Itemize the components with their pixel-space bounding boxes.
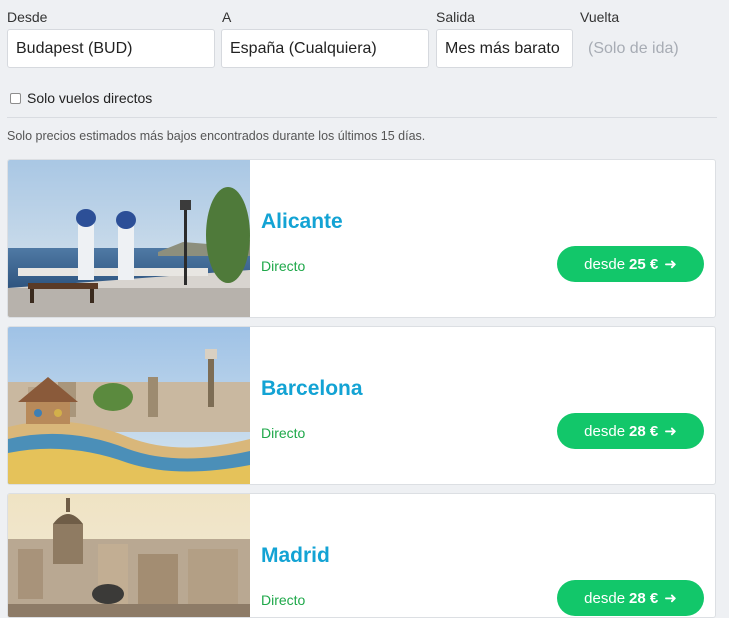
depart-label: Salida <box>436 9 475 25</box>
to-label: A <box>222 9 232 25</box>
destination-photo-madrid <box>8 494 250 617</box>
from-field[interactable]: Budapest (BUD) <box>7 29 215 68</box>
flight-type: Directo <box>261 425 306 441</box>
destination-card[interactable]: Alicante Directo desde 25 € ➜ <box>7 159 716 318</box>
price-prefix: desde <box>584 589 626 607</box>
destination-city[interactable]: Barcelona <box>261 377 363 401</box>
destination-card[interactable]: Barcelona Directo desde 28 € ➜ <box>7 326 716 485</box>
arrow-right-icon: ➜ <box>664 423 677 440</box>
price-prefix: desde <box>584 255 626 273</box>
depart-field[interactable]: Mes más barato <box>436 29 573 68</box>
return-label: Vuelta <box>580 9 620 25</box>
destination-photo-alicante <box>8 160 250 317</box>
price-amount: 28 € <box>629 589 659 607</box>
price-amount: 25 € <box>629 255 659 273</box>
direct-only-checkbox[interactable] <box>10 92 21 104</box>
price-note: Solo precios estimados más bajos encontr… <box>7 129 426 143</box>
destination-city[interactable]: Alicante <box>261 210 343 234</box>
price-button[interactable]: desde 25 € ➜ <box>557 246 704 282</box>
from-label: Desde <box>7 9 48 25</box>
arrow-right-icon: ➜ <box>664 256 677 273</box>
destination-city[interactable]: Madrid <box>261 544 330 568</box>
price-prefix: desde <box>584 422 626 440</box>
flight-type: Directo <box>261 258 306 274</box>
price-amount: 28 € <box>629 422 659 440</box>
destination-photo-barcelona <box>8 327 250 484</box>
price-button[interactable]: desde 28 € ➜ <box>557 413 704 449</box>
direct-only-filter[interactable]: Solo vuelos directos <box>10 90 152 106</box>
divider <box>7 117 717 118</box>
arrow-right-icon: ➜ <box>664 590 677 607</box>
search-form: Desde Budapest (BUD) A España (Cualquier… <box>0 0 729 70</box>
return-field[interactable]: (Solo de ida) <box>580 29 700 68</box>
flight-type: Directo <box>261 592 306 608</box>
price-button[interactable]: desde 28 € ➜ <box>557 580 704 616</box>
to-field[interactable]: España (Cualquiera) <box>221 29 429 68</box>
destination-card[interactable]: Madrid Directo desde 28 € ➜ <box>7 493 716 618</box>
direct-only-label[interactable]: Solo vuelos directos <box>27 90 152 106</box>
